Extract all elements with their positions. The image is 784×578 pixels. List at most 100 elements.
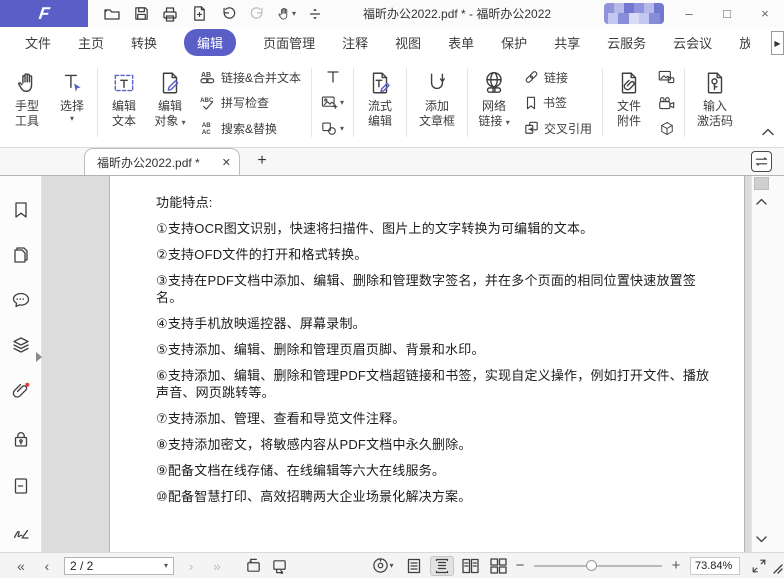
single-page-layout-icon[interactable] [402, 556, 426, 576]
add-shape-button[interactable]: ▾ [317, 117, 348, 139]
document-line: ⑨配备文档在线存储、在线编辑等六大在线服务。 [156, 462, 720, 479]
zoom-slider-handle[interactable] [586, 560, 597, 571]
menu-comment[interactable]: 注释 [342, 33, 368, 52]
view-mode-icon[interactable]: ▾ [370, 557, 396, 574]
flow-edit-button[interactable]: 流式 编辑 [357, 60, 403, 145]
web-link-button[interactable]: 网络 链接 ▾ [471, 60, 517, 145]
document-line: 功能特点: [156, 194, 720, 211]
add-text-button[interactable] [317, 66, 348, 88]
maximize-icon[interactable]: □ [708, 0, 746, 27]
add-image-icon [321, 95, 338, 110]
previous-view-icon[interactable] [240, 558, 266, 574]
tab-close-icon[interactable]: ✕ [222, 156, 231, 169]
hand-pointer-icon[interactable]: ▾ [276, 4, 296, 24]
menu-cloud-meeting[interactable]: 云会议 [673, 33, 712, 52]
menu-edit-active[interactable]: 编辑 [184, 29, 236, 56]
select-tool-button[interactable]: 选择 ▾ [50, 60, 94, 145]
document-line: ①支持OCR图文识别，快速将扫描件、图片上的文字转换为可编辑的文本。 [156, 220, 720, 237]
next-page-icon[interactable]: › [178, 558, 204, 574]
open-file-icon[interactable] [102, 4, 122, 24]
zoom-in-icon[interactable]: + [670, 557, 682, 574]
activation-code-button[interactable]: 输入 激活码 [688, 60, 742, 145]
page-display: 2 / 2 [70, 559, 93, 573]
pdf-page[interactable]: 功能特点: ①支持OCR图文识别，快速将扫描件、图片上的文字转换为可编辑的文本。… [109, 176, 745, 552]
search-replace-button[interactable]: ABAC 搜索&替换 [195, 117, 306, 139]
attachments-panel-icon[interactable] [11, 381, 31, 401]
foxit-logo[interactable]: F [0, 0, 88, 27]
link-merge-text-button[interactable]: AB 链接&合并文本 [195, 66, 306, 88]
cross-reference-button[interactable]: 交叉引用 [519, 117, 597, 139]
image-annotation-button[interactable] [654, 66, 679, 88]
file-attachment-button[interactable]: 文件 附件 [606, 60, 652, 145]
document-tab[interactable]: 福昕办公2022.pdf * ✕ [84, 148, 240, 175]
security-panel-icon[interactable] [11, 429, 31, 449]
document-line: ⑥支持添加、编辑、删除和管理PDF文档超链接和书签，实现自定义操作，例如打开文件… [156, 367, 720, 401]
document-line: ⑩配备智慧打印、高效招聘两大企业场景化解决方案。 [156, 488, 720, 505]
document-tab-title: 福昕办公2022.pdf * [97, 154, 216, 171]
zoom-out-icon[interactable]: − [514, 557, 526, 574]
first-page-icon[interactable]: « [8, 558, 34, 574]
scroll-down-icon[interactable] [755, 530, 768, 548]
add-image-button[interactable]: ▾ [317, 92, 348, 114]
link-button[interactable]: 链接 [519, 66, 597, 88]
spell-check-button[interactable]: ABC 拼写检查 [195, 92, 306, 114]
insert-page-icon[interactable] [189, 4, 209, 24]
menu-view[interactable]: 视图 [395, 33, 421, 52]
customize-toolbar-icon[interactable] [305, 4, 325, 24]
last-page-icon[interactable]: » [204, 558, 230, 574]
add-article-box-button[interactable]: 添加 文章框 [410, 60, 464, 145]
navigation-sidebar [0, 176, 42, 552]
comments-panel-icon[interactable] [11, 290, 31, 310]
layers-panel-icon[interactable] [11, 335, 31, 355]
menu-scroll-right-icon[interactable]: ▶ [771, 31, 784, 55]
edit-object-button[interactable]: 编辑 对象 ▾ [147, 60, 193, 145]
menu-form[interactable]: 表单 [448, 33, 474, 52]
reading-panel-toggle-icon[interactable] [751, 151, 772, 172]
facing-layout-icon[interactable] [458, 556, 482, 576]
bookmark-button[interactable]: 书签 [519, 92, 597, 114]
caret-down-icon: ▾ [340, 124, 344, 133]
bookmarks-panel-icon[interactable] [11, 200, 31, 220]
menu-cloud-service[interactable]: 云服务 [607, 33, 646, 52]
hand-tool-button[interactable]: 手型 工具 [4, 60, 50, 145]
close-icon[interactable]: × [746, 0, 784, 27]
menu-convert[interactable]: 转换 [131, 33, 157, 52]
zoom-slider-track[interactable] [534, 565, 662, 567]
document-line: ⑦支持添加、管理、查看和导览文件注释。 [156, 410, 720, 427]
facing-continuous-layout-icon[interactable] [486, 556, 510, 576]
resize-grip[interactable] [769, 560, 783, 577]
document-view[interactable]: 功能特点: ①支持OCR图文识别，快速将扫描件、图片上的文字转换为可编辑的文本。… [42, 176, 751, 552]
3d-model-button[interactable] [654, 117, 679, 139]
menu-overflow-partial[interactable]: 放 [739, 33, 750, 52]
status-bar: « ‹ 2 / 2 ▾ › » ▾ − + [0, 552, 784, 578]
zoom-value-input[interactable]: 73.84% [690, 557, 740, 575]
destinations-panel-icon[interactable] [11, 476, 31, 496]
menu-home[interactable]: 主页 [78, 33, 104, 52]
activation-key-icon [702, 67, 728, 99]
edit-text-button[interactable]: 编辑 文本 [101, 60, 147, 145]
vertical-scrollbar[interactable] [751, 176, 784, 552]
new-tab-button[interactable]: + [252, 151, 272, 171]
page-thumbnails-icon[interactable] [11, 245, 31, 265]
minimize-icon[interactable]: – [670, 0, 708, 27]
menu-protect[interactable]: 保护 [501, 33, 527, 52]
print-icon[interactable] [160, 4, 180, 24]
redo-icon[interactable] [247, 4, 267, 24]
collapse-toolbar-icon[interactable] [762, 123, 774, 141]
main-area: 功能特点: ①支持OCR图文识别，快速将扫描件、图片上的文字转换为可编辑的文本。… [0, 176, 784, 552]
page-number-input[interactable]: 2 / 2 ▾ [64, 557, 174, 575]
video-button[interactable] [654, 92, 679, 114]
menu-share[interactable]: 共享 [554, 33, 580, 52]
menu-page-management[interactable]: 页面管理 [263, 33, 315, 52]
account-blurred-area[interactable] [604, 3, 664, 24]
add-content-icon-column: ▾ ▾ [315, 60, 350, 145]
signatures-panel-icon[interactable] [11, 522, 31, 542]
menu-file[interactable]: 文件 [25, 33, 51, 52]
continuous-layout-icon[interactable] [430, 556, 454, 576]
undo-icon[interactable] [218, 4, 238, 24]
save-icon[interactable] [131, 4, 151, 24]
prev-page-icon[interactable]: ‹ [34, 558, 60, 574]
scrollbar-thumb[interactable] [754, 177, 769, 190]
scroll-up-icon[interactable] [755, 193, 768, 211]
next-view-icon[interactable] [266, 558, 292, 574]
